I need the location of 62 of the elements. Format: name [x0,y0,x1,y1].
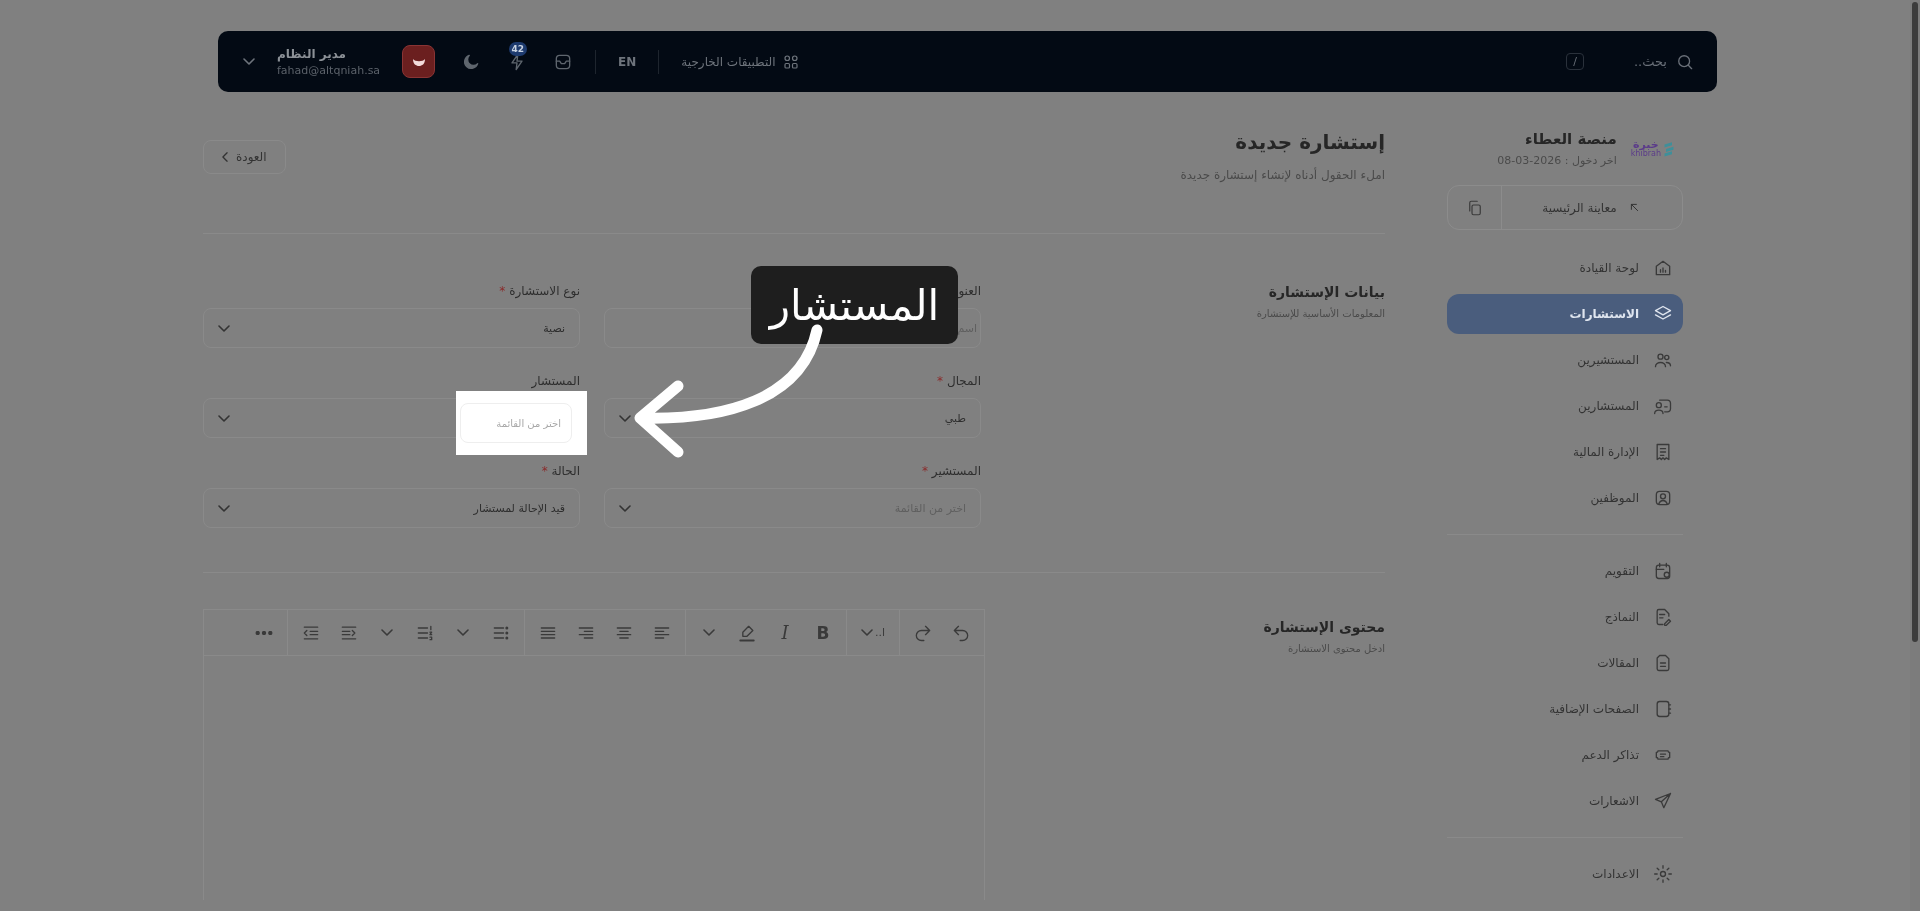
chevron-down-icon [457,629,469,636]
user-name: مدير النظام [277,46,347,61]
tour-tooltip: المستشار [751,266,958,344]
select-field[interactable]: قيد الإحالة لمستشار [203,488,580,528]
select-field[interactable]: طبي [604,398,981,438]
scrollbar[interactable] [1910,0,1920,911]
preview-home-link[interactable]: معاينة الرئيسية [1502,186,1682,229]
field-label: المستشير * [920,464,981,480]
platform-title: منصة العطاء [1524,130,1617,148]
chevron-down-icon [619,504,631,512]
sidebar-item[interactable]: الصفحات الإضافية [1447,689,1683,729]
chevron-down-icon [381,629,393,636]
chevron-down-icon [243,58,255,65]
chevron-down-icon [218,504,230,512]
sidebar-item[interactable]: الاشعارات [1447,781,1683,821]
select-field[interactable]: نصية [203,308,580,348]
sidebar-item[interactable]: المستشيرين [1447,340,1683,380]
sidebar-item[interactable]: تذاكر الدعم [1447,735,1683,775]
chevron-down-icon [218,414,230,422]
sidebar-item[interactable]: لوحة القيادة [1447,248,1683,288]
more-icon [255,630,273,635]
notification-count: 42 [508,41,528,56]
sidebar-item[interactable]: المستشارين [1447,386,1683,426]
sidebar-item[interactable]: النماذج [1447,597,1683,637]
chevron-down-icon [703,629,715,636]
user-email: fahad@altqniah.sa [277,63,381,77]
chevron-down-icon [218,324,230,332]
field-label: المجال * [936,374,981,390]
send-icon [1653,791,1673,811]
avatar [402,45,436,78]
field-label: نوع الاستشارة * [498,284,580,300]
sidebar-item[interactable]: الاعدادات [1447,854,1683,894]
sidebar-item[interactable]: الاستشارات [1447,294,1683,334]
italic-button[interactable]: I [768,615,802,650]
user-menu-button[interactable] [243,58,255,65]
notifications-button[interactable]: 42 [503,41,528,72]
sidebar-item[interactable]: الموظفين [1447,478,1683,518]
chevron-down-icon [860,629,873,636]
calendar-icon [1653,561,1673,581]
back-button[interactable]: العودة [203,140,286,174]
field-label: المستشار [530,374,580,390]
select-field[interactable]: اختر من القائمة [460,403,572,443]
language-button[interactable]: EN [618,54,637,69]
search-field[interactable]: بحث.. [1633,51,1695,72]
house-icon [1653,258,1673,278]
shortcut-key: / [1566,53,1584,70]
section-title: محتوى الإستشارة [1262,619,1385,635]
section-title: بيانات الإستشارة [1267,284,1385,300]
settings-icon [1653,864,1673,884]
chevron-down-icon [619,414,631,422]
sidebar-item[interactable]: المقالات [1447,643,1683,683]
field-label: العنو [957,284,981,300]
grid-icon [781,52,800,71]
external-apps-button[interactable]: التطبيقات الخارجية [681,52,800,71]
font-size-dropdown[interactable]: ا.. [853,615,893,650]
user-icon [1653,488,1673,508]
bold-button[interactable]: B [806,615,840,650]
chevron-left-icon [222,152,228,162]
field-label: الحالة * [540,464,580,480]
page-title: إستشارة جديدة [1234,130,1385,154]
sidebar-item[interactable]: الإدارة المالية [1447,432,1683,472]
sidebar-item[interactable]: التقويم [1447,551,1683,591]
